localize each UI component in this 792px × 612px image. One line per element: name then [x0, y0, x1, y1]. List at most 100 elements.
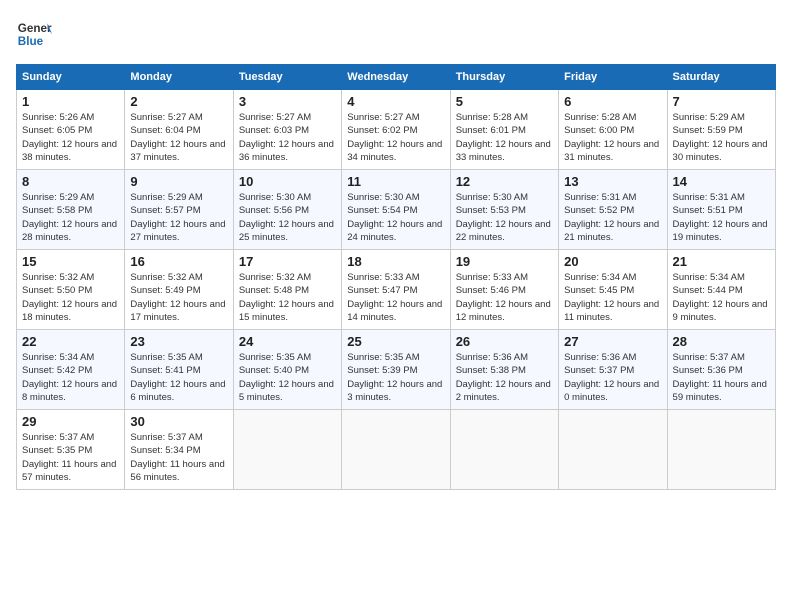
day-number: 30: [130, 414, 227, 429]
day-info: Sunrise: 5:32 AMSunset: 5:49 PMDaylight:…: [130, 272, 225, 323]
calendar-day-cell: 10 Sunrise: 5:30 AMSunset: 5:56 PMDaylig…: [233, 170, 341, 250]
calendar-day-cell: 5 Sunrise: 5:28 AMSunset: 6:01 PMDayligh…: [450, 90, 558, 170]
day-info: Sunrise: 5:35 AMSunset: 5:40 PMDaylight:…: [239, 352, 334, 403]
calendar-week-row: 8 Sunrise: 5:29 AMSunset: 5:58 PMDayligh…: [17, 170, 776, 250]
weekday-header-cell: Thursday: [450, 65, 558, 90]
day-number: 2: [130, 94, 227, 109]
day-number: 14: [673, 174, 770, 189]
day-number: 22: [22, 334, 119, 349]
day-info: Sunrise: 5:30 AMSunset: 5:56 PMDaylight:…: [239, 192, 334, 243]
calendar-day-cell: 20 Sunrise: 5:34 AMSunset: 5:45 PMDaylig…: [559, 250, 667, 330]
calendar-day-cell: [450, 410, 558, 490]
calendar-day-cell: [233, 410, 341, 490]
day-number: 5: [456, 94, 553, 109]
day-number: 19: [456, 254, 553, 269]
calendar-day-cell: 12 Sunrise: 5:30 AMSunset: 5:53 PMDaylig…: [450, 170, 558, 250]
calendar-week-row: 29 Sunrise: 5:37 AMSunset: 5:35 PMDaylig…: [17, 410, 776, 490]
weekday-header-row: SundayMondayTuesdayWednesdayThursdayFrid…: [17, 65, 776, 90]
calendar-day-cell: 14 Sunrise: 5:31 AMSunset: 5:51 PMDaylig…: [667, 170, 775, 250]
day-info: Sunrise: 5:33 AMSunset: 5:47 PMDaylight:…: [347, 272, 442, 323]
calendar-day-cell: 24 Sunrise: 5:35 AMSunset: 5:40 PMDaylig…: [233, 330, 341, 410]
day-info: Sunrise: 5:32 AMSunset: 5:48 PMDaylight:…: [239, 272, 334, 323]
weekday-header-cell: Tuesday: [233, 65, 341, 90]
day-number: 16: [130, 254, 227, 269]
day-info: Sunrise: 5:28 AMSunset: 6:00 PMDaylight:…: [564, 112, 659, 163]
day-number: 11: [347, 174, 444, 189]
calendar-day-cell: 11 Sunrise: 5:30 AMSunset: 5:54 PMDaylig…: [342, 170, 450, 250]
day-number: 17: [239, 254, 336, 269]
calendar-day-cell: 26 Sunrise: 5:36 AMSunset: 5:38 PMDaylig…: [450, 330, 558, 410]
day-info: Sunrise: 5:29 AMSunset: 5:57 PMDaylight:…: [130, 192, 225, 243]
calendar-day-cell: 6 Sunrise: 5:28 AMSunset: 6:00 PMDayligh…: [559, 90, 667, 170]
day-number: 18: [347, 254, 444, 269]
calendar-day-cell: 1 Sunrise: 5:26 AMSunset: 6:05 PMDayligh…: [17, 90, 125, 170]
day-info: Sunrise: 5:32 AMSunset: 5:50 PMDaylight:…: [22, 272, 117, 323]
calendar-day-cell: [559, 410, 667, 490]
day-info: Sunrise: 5:37 AMSunset: 5:35 PMDaylight:…: [22, 432, 116, 483]
day-number: 8: [22, 174, 119, 189]
calendar-day-cell: 17 Sunrise: 5:32 AMSunset: 5:48 PMDaylig…: [233, 250, 341, 330]
svg-text:Blue: Blue: [18, 35, 44, 48]
calendar-day-cell: 15 Sunrise: 5:32 AMSunset: 5:50 PMDaylig…: [17, 250, 125, 330]
day-number: 13: [564, 174, 661, 189]
calendar-day-cell: 22 Sunrise: 5:34 AMSunset: 5:42 PMDaylig…: [17, 330, 125, 410]
calendar-week-row: 1 Sunrise: 5:26 AMSunset: 6:05 PMDayligh…: [17, 90, 776, 170]
day-info: Sunrise: 5:35 AMSunset: 5:41 PMDaylight:…: [130, 352, 225, 403]
calendar-day-cell: [342, 410, 450, 490]
calendar-table: SundayMondayTuesdayWednesdayThursdayFrid…: [16, 64, 776, 490]
day-number: 24: [239, 334, 336, 349]
day-number: 9: [130, 174, 227, 189]
calendar-day-cell: 30 Sunrise: 5:37 AMSunset: 5:34 PMDaylig…: [125, 410, 233, 490]
day-info: Sunrise: 5:31 AMSunset: 5:52 PMDaylight:…: [564, 192, 659, 243]
day-info: Sunrise: 5:29 AMSunset: 5:58 PMDaylight:…: [22, 192, 117, 243]
day-number: 20: [564, 254, 661, 269]
calendar-day-cell: 3 Sunrise: 5:27 AMSunset: 6:03 PMDayligh…: [233, 90, 341, 170]
weekday-header-cell: Sunday: [17, 65, 125, 90]
weekday-header-cell: Friday: [559, 65, 667, 90]
day-info: Sunrise: 5:34 AMSunset: 5:42 PMDaylight:…: [22, 352, 117, 403]
day-info: Sunrise: 5:28 AMSunset: 6:01 PMDaylight:…: [456, 112, 551, 163]
day-info: Sunrise: 5:29 AMSunset: 5:59 PMDaylight:…: [673, 112, 768, 163]
day-info: Sunrise: 5:37 AMSunset: 5:34 PMDaylight:…: [130, 432, 224, 483]
day-number: 12: [456, 174, 553, 189]
day-number: 21: [673, 254, 770, 269]
day-info: Sunrise: 5:31 AMSunset: 5:51 PMDaylight:…: [673, 192, 768, 243]
day-number: 23: [130, 334, 227, 349]
weekday-header-cell: Monday: [125, 65, 233, 90]
calendar-week-row: 15 Sunrise: 5:32 AMSunset: 5:50 PMDaylig…: [17, 250, 776, 330]
calendar-day-cell: 19 Sunrise: 5:33 AMSunset: 5:46 PMDaylig…: [450, 250, 558, 330]
logo-icon: General Blue: [16, 16, 52, 52]
day-info: Sunrise: 5:27 AMSunset: 6:02 PMDaylight:…: [347, 112, 442, 163]
calendar-day-cell: 7 Sunrise: 5:29 AMSunset: 5:59 PMDayligh…: [667, 90, 775, 170]
calendar-day-cell: 2 Sunrise: 5:27 AMSunset: 6:04 PMDayligh…: [125, 90, 233, 170]
day-info: Sunrise: 5:34 AMSunset: 5:45 PMDaylight:…: [564, 272, 659, 323]
calendar-day-cell: 8 Sunrise: 5:29 AMSunset: 5:58 PMDayligh…: [17, 170, 125, 250]
day-info: Sunrise: 5:37 AMSunset: 5:36 PMDaylight:…: [673, 352, 767, 403]
calendar-day-cell: 16 Sunrise: 5:32 AMSunset: 5:49 PMDaylig…: [125, 250, 233, 330]
calendar-day-cell: 13 Sunrise: 5:31 AMSunset: 5:52 PMDaylig…: [559, 170, 667, 250]
page-header: General Blue: [16, 16, 776, 52]
day-number: 10: [239, 174, 336, 189]
day-number: 27: [564, 334, 661, 349]
calendar-day-cell: 4 Sunrise: 5:27 AMSunset: 6:02 PMDayligh…: [342, 90, 450, 170]
day-info: Sunrise: 5:36 AMSunset: 5:38 PMDaylight:…: [456, 352, 551, 403]
day-number: 6: [564, 94, 661, 109]
calendar-body: 1 Sunrise: 5:26 AMSunset: 6:05 PMDayligh…: [17, 90, 776, 490]
day-info: Sunrise: 5:27 AMSunset: 6:04 PMDaylight:…: [130, 112, 225, 163]
weekday-header-cell: Saturday: [667, 65, 775, 90]
day-info: Sunrise: 5:26 AMSunset: 6:05 PMDaylight:…: [22, 112, 117, 163]
logo: General Blue: [16, 16, 52, 52]
day-number: 26: [456, 334, 553, 349]
day-info: Sunrise: 5:30 AMSunset: 5:53 PMDaylight:…: [456, 192, 551, 243]
day-number: 3: [239, 94, 336, 109]
day-number: 29: [22, 414, 119, 429]
day-info: Sunrise: 5:27 AMSunset: 6:03 PMDaylight:…: [239, 112, 334, 163]
day-info: Sunrise: 5:30 AMSunset: 5:54 PMDaylight:…: [347, 192, 442, 243]
calendar-week-row: 22 Sunrise: 5:34 AMSunset: 5:42 PMDaylig…: [17, 330, 776, 410]
day-number: 25: [347, 334, 444, 349]
calendar-day-cell: 27 Sunrise: 5:36 AMSunset: 5:37 PMDaylig…: [559, 330, 667, 410]
day-number: 15: [22, 254, 119, 269]
day-number: 28: [673, 334, 770, 349]
day-number: 4: [347, 94, 444, 109]
calendar-day-cell: 18 Sunrise: 5:33 AMSunset: 5:47 PMDaylig…: [342, 250, 450, 330]
